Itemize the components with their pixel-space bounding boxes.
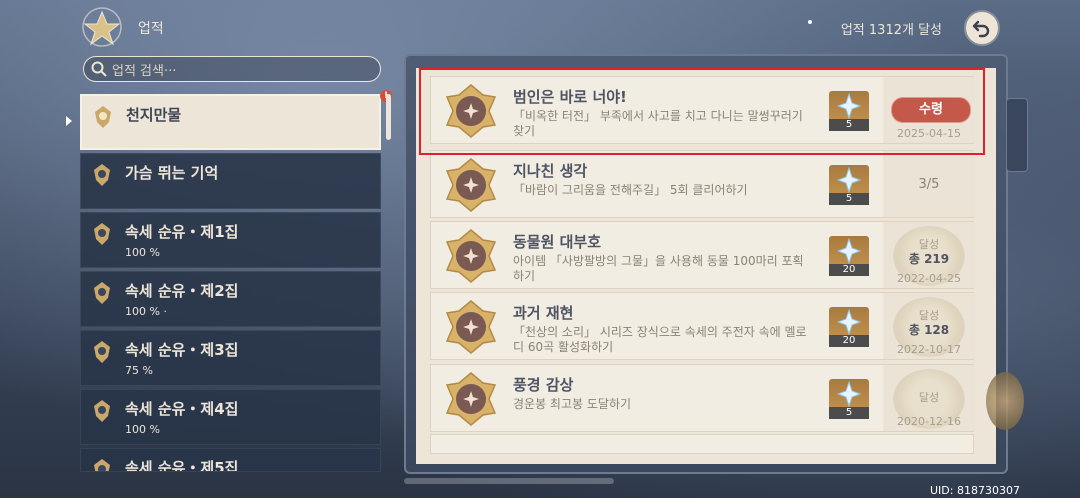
primogem-reward: 20 bbox=[829, 236, 869, 276]
medal-icon bbox=[95, 106, 111, 128]
search-placeholder: 업적 검색··· bbox=[112, 63, 177, 79]
primogem-icon bbox=[837, 167, 861, 193]
search-input[interactable]: 업적 검색··· bbox=[83, 56, 381, 82]
category-item-0[interactable]: 천지만물 bbox=[80, 94, 381, 150]
achievement-desc: 「바람이 그리움을 전해주길」 5회 클리어하기 bbox=[513, 183, 748, 197]
highlight-box bbox=[419, 68, 985, 155]
category-scrollbar[interactable] bbox=[386, 94, 391, 140]
category-name: 속세 순유・제4집 bbox=[125, 400, 239, 418]
achievement-date: 2020-12-16 bbox=[897, 415, 961, 428]
achievement-row-3[interactable]: 과거 재현 「천상의 소리」 시리즈 장식으로 속세의 주전자 속에 멜로디 6… bbox=[430, 292, 975, 360]
medal-icon bbox=[94, 400, 110, 422]
category-name: 속세 순유・제2집 bbox=[125, 282, 239, 300]
category-name: 속세 순유・제5집 bbox=[125, 459, 239, 472]
primogem-icon bbox=[837, 381, 861, 407]
status-area: 3/5 bbox=[883, 151, 975, 217]
reward-count: 20 bbox=[829, 264, 869, 276]
medal-icon bbox=[94, 164, 110, 186]
indicator-dot bbox=[808, 20, 812, 24]
primogem-reward: 5 bbox=[829, 165, 869, 205]
achievement-badge-icon bbox=[445, 158, 497, 212]
primogem-reward: 20 bbox=[829, 307, 869, 347]
category-percent: 100 % bbox=[125, 246, 160, 259]
primogem-icon bbox=[837, 238, 861, 264]
achievement-name: 풍경 감상 bbox=[513, 376, 574, 394]
category-item-5[interactable]: 속세 순유・제4집 100 % bbox=[80, 389, 381, 445]
back-button[interactable] bbox=[964, 10, 1000, 46]
medal-icon bbox=[94, 341, 110, 363]
category-name: 가슴 뛰는 기억 bbox=[125, 164, 219, 182]
selected-arrow-icon bbox=[66, 116, 72, 126]
reward-count: 5 bbox=[829, 407, 869, 419]
achievement-count: 업적 1312개 달성 bbox=[840, 23, 942, 38]
achievement-progress: 3/5 bbox=[918, 177, 940, 192]
achieved-label: 달성 bbox=[918, 391, 940, 404]
horizontal-scrollbar[interactable] bbox=[404, 478, 614, 484]
achievement-name: 동물원 대부호 bbox=[513, 233, 602, 251]
reward-count: 20 bbox=[829, 335, 869, 347]
achieved-total: 총 219 bbox=[908, 252, 950, 266]
achievement-desc: 경운봉 최고봉 도달하기 bbox=[513, 397, 632, 411]
achievement-desc: 「천상의 소리」 시리즈 장식으로 속세의 주전자 속에 멜로디 60곡 활성화… bbox=[513, 325, 807, 354]
achievement-badge-icon bbox=[445, 229, 497, 283]
search-icon bbox=[91, 61, 107, 77]
decorative-orb bbox=[986, 372, 1024, 430]
primogem-icon bbox=[837, 309, 861, 335]
primogem-reward: 5 bbox=[829, 379, 869, 419]
achievement-badge-icon bbox=[445, 372, 497, 426]
medal-icon bbox=[94, 282, 110, 304]
category-name: 속세 순유・제1집 bbox=[125, 223, 239, 241]
category-name: 속세 순유・제3집 bbox=[125, 341, 239, 359]
achievement-name: 과거 재현 bbox=[513, 304, 574, 322]
category-item-3[interactable]: 속세 순유・제2집 100 % · bbox=[80, 271, 381, 327]
status-area: 달성 총 128 2022-10-17 bbox=[883, 293, 975, 359]
category-percent: 75 % bbox=[125, 364, 153, 377]
category-item-1[interactable]: 가슴 뛰는 기억 bbox=[80, 153, 381, 209]
medal-icon bbox=[94, 223, 110, 245]
achievement-row-2[interactable]: 동물원 대부호 아이템 「사방팔방의 그물」을 사용해 동물 100마리 포획하… bbox=[430, 221, 975, 289]
back-arrow-icon bbox=[972, 20, 990, 38]
achievement-date: 2022-04-25 bbox=[897, 272, 961, 285]
achievement-row-1[interactable]: 지나친 생각 「바람이 그리움을 전해주길」 5회 클리어하기 5 3/5 bbox=[430, 150, 975, 218]
medal-icon bbox=[94, 459, 110, 471]
uid-label: UID: 818730307 bbox=[930, 484, 1020, 497]
category-percent: 100 % · bbox=[125, 305, 167, 318]
category-item-6[interactable]: 속세 순유・제5집 bbox=[80, 448, 381, 472]
reward-count: 5 bbox=[829, 193, 869, 205]
page-title: 업적 bbox=[138, 21, 164, 37]
category-item-4[interactable]: 속세 순유・제3집 75 % bbox=[80, 330, 381, 386]
status-area: 달성 총 219 2022-04-25 bbox=[883, 222, 975, 288]
status-area: 달성 2020-12-16 bbox=[883, 365, 975, 431]
achieved-total: 총 128 bbox=[908, 323, 950, 337]
achievement-emblem-icon bbox=[79, 6, 125, 48]
achievement-row-5[interactable] bbox=[430, 434, 974, 454]
frame-side-handle bbox=[1006, 98, 1028, 172]
category-item-2[interactable]: 속세 순유・제1집 100 % bbox=[80, 212, 381, 268]
achievement-date: 2022-10-17 bbox=[897, 343, 961, 356]
achievement-name: 지나친 생각 bbox=[513, 162, 588, 180]
achievement-badge-icon bbox=[445, 300, 497, 354]
achievement-row-4[interactable]: 풍경 감상 경운봉 최고봉 도달하기 5 달성 2020-12-16 bbox=[430, 364, 975, 432]
category-name: 천지만물 bbox=[126, 106, 182, 124]
category-percent: 100 % bbox=[125, 423, 160, 436]
achievement-desc: 아이템 「사방팔방의 그물」을 사용해 동물 100마리 포획하기 bbox=[513, 254, 804, 283]
